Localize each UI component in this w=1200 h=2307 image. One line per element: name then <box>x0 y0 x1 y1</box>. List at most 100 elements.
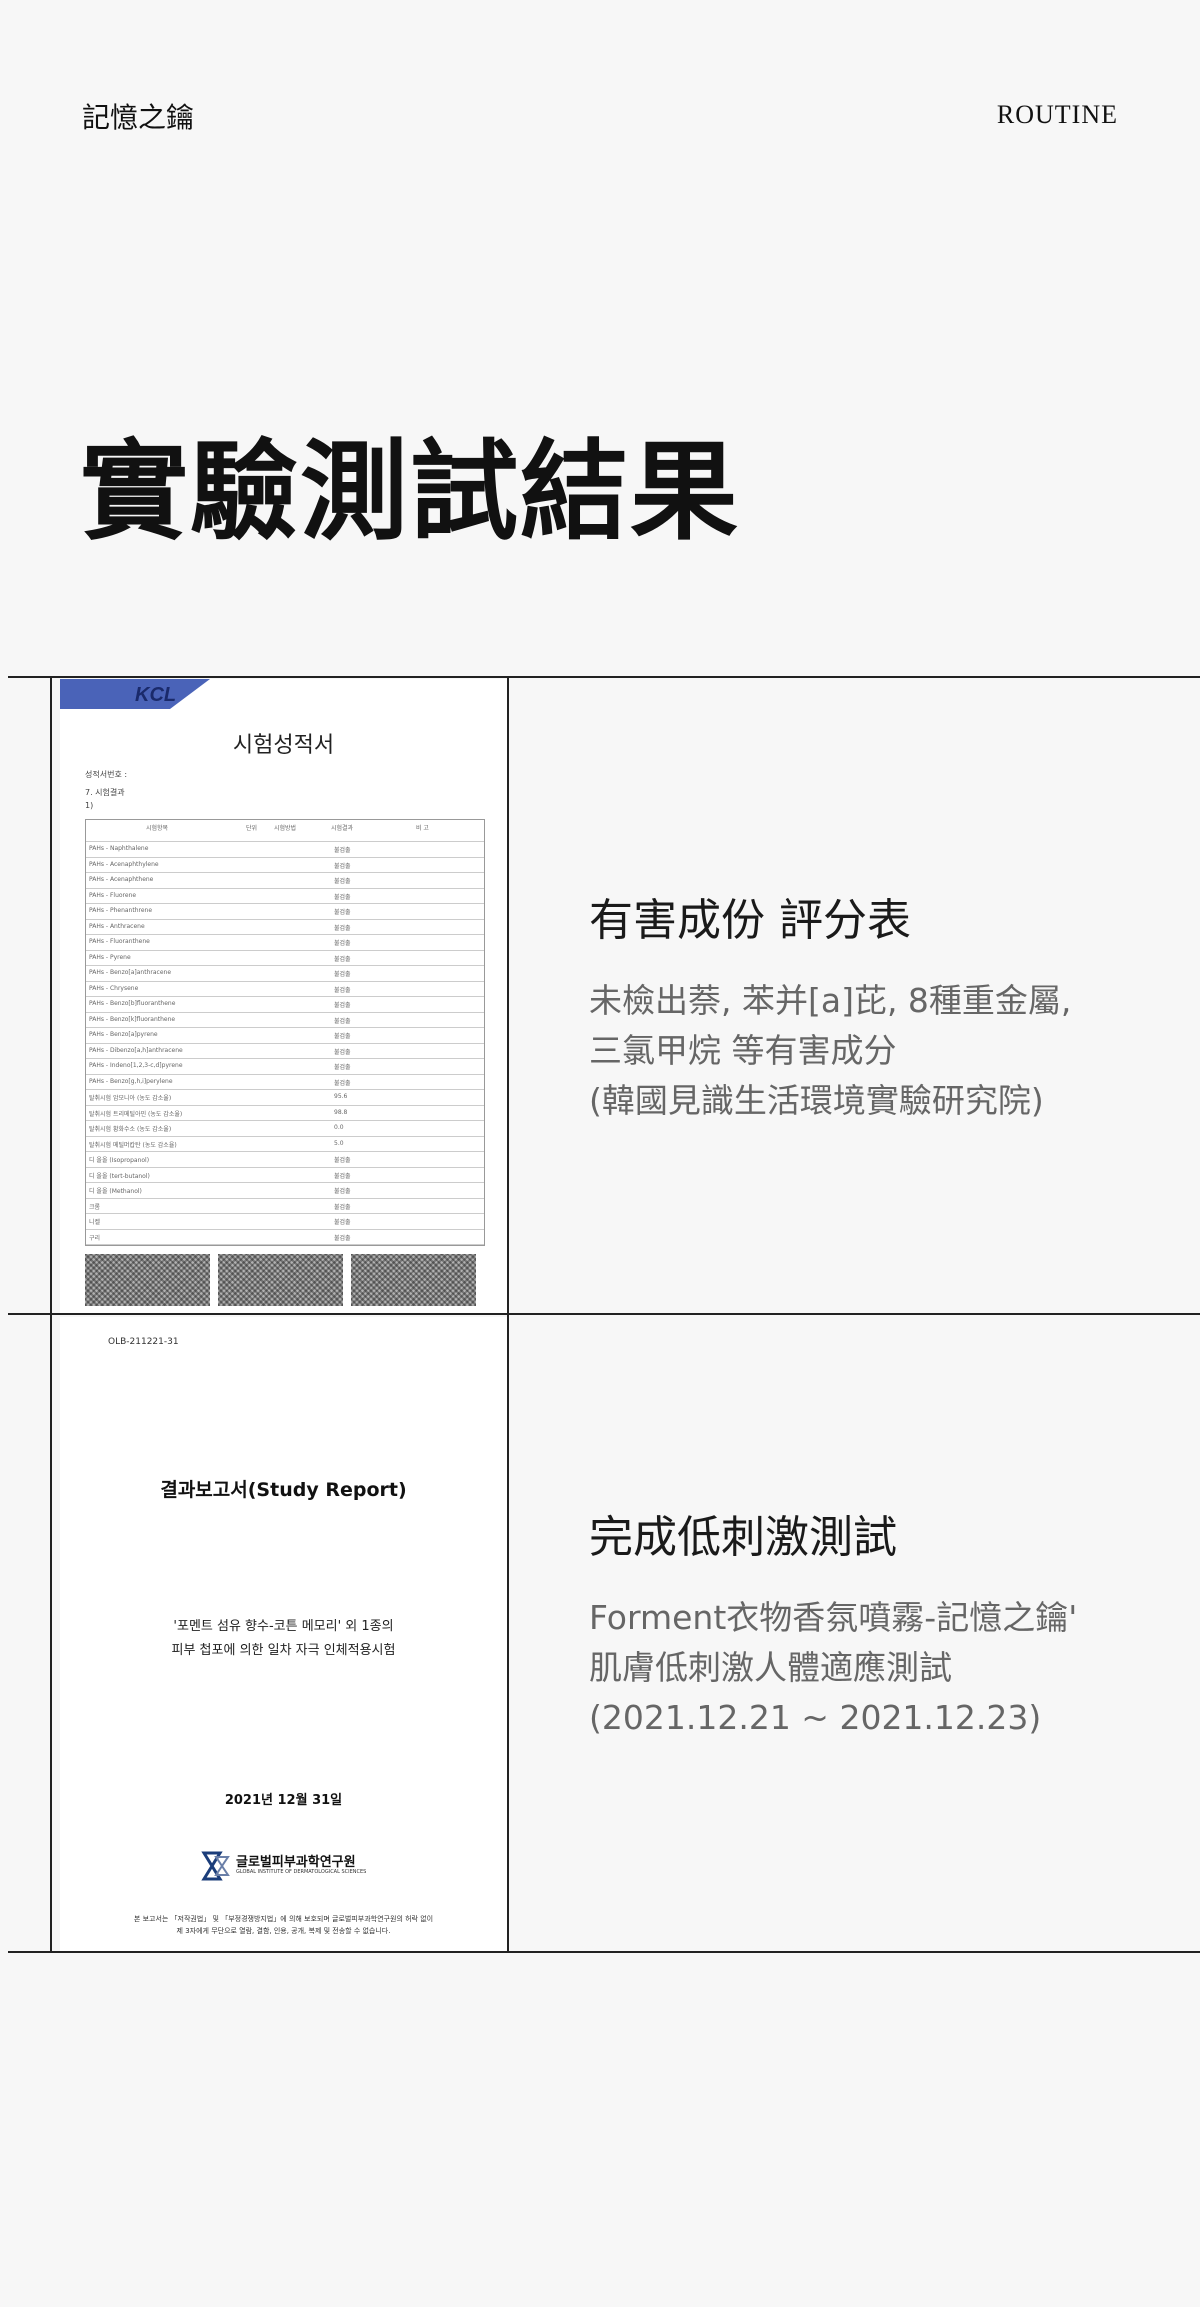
table-cell-result: 불검출 <box>334 1002 351 1009</box>
results-grid: KCL 시험성적서 성적서번호 : 7. 시험결과 1) 시험항목 단위 시험방… <box>8 676 1200 1954</box>
table-cell-result: 불검출 <box>334 1203 351 1211</box>
table-cell-item: PAHs - Benzo[a]anthracene <box>89 969 172 976</box>
table-row: 탈취시험 황화수소 (농도 감소율) 0.0 <box>86 1121 484 1137</box>
table-row: PAHs - Benzo[a]anthracene 불검출 <box>86 966 484 982</box>
table-row: PAHs - Benzo[a]pyrene 불검출 <box>86 1028 484 1044</box>
report-number-label: 성적서번호 : <box>85 770 128 779</box>
report-footer: 제 3자에게 무단으로 열람, 결함, 인용, 공개, 복제 및 전송할 수 없… <box>176 1927 391 1935</box>
table-row: PAHs - Benzo[g,h,i]perylene 불검출 <box>86 1075 484 1090</box>
table-row: PAHs - Pyrene 불검출 <box>86 951 484 966</box>
row-description: 三氯甲烷 等有害成分 <box>589 1031 897 1070</box>
table-cell-item: PAHs - Chrysene <box>89 984 139 992</box>
table-cell-item: PAHs - Fluorene <box>89 891 137 899</box>
report-footer: 본 보고서는 「저작권법」 및 「부정경쟁방지법」에 의해 보호되며 글로벌피부… <box>133 1915 434 1923</box>
institute-logo-icon <box>201 1851 230 1881</box>
table-cell-result: 불검출 <box>334 878 351 885</box>
table-cell-item: PAHs - Acenaphthene <box>89 876 154 883</box>
row-description: (2021.12.21 ~ 2021.12.23) <box>589 1698 1042 1737</box>
table-cell-result: 불검출 <box>334 1188 351 1195</box>
report-code: OLB-211221-31 <box>108 1337 179 1347</box>
page-title: 實驗測試結果 <box>80 430 741 555</box>
table-cell-result: 98.8 <box>334 1108 348 1116</box>
table-row: 탈취시험 암모니아 (농도 감소율) 95.6 <box>86 1090 484 1106</box>
table-cell-item: PAHs - Pyrene <box>89 953 131 961</box>
test-certificate-image: KCL 시험성적서 성적서번호 : 7. 시험결과 1) 시험항목 단위 시험방… <box>60 679 507 1313</box>
certificate-heading: 시험성적서 <box>232 733 335 758</box>
table-cell-item: PAHs - Indeno[1,2,3-c,d]pyrene <box>89 1062 183 1069</box>
table-row: 디 올올 (Isopropanol) 불검출 <box>86 1152 484 1168</box>
table-cell-result: 불검출 <box>334 1064 351 1071</box>
table-cell-result: 불검출 <box>334 1172 351 1180</box>
institute-name: 글로벌피부과학연구원 <box>236 1855 356 1870</box>
table-row: PAHs - Acenaphthene 불검출 <box>86 873 484 889</box>
table-cell-item: 탈취시험 트리메틸아민 (농도 감소율) <box>89 1110 183 1118</box>
nav-routine-link[interactable]: ROUTINE <box>997 100 1118 130</box>
table-row: PAHs - Phenanthrene 불검출 <box>86 904 484 920</box>
table-cell-result: 불검출 <box>334 1017 351 1025</box>
divider <box>50 676 52 1953</box>
row-description: Forment衣物香氛噴霧-記憶之鑰' <box>589 1598 1078 1637</box>
table-cell-item: PAHs - Benzo[b]fluoranthene <box>89 1000 176 1007</box>
table-cell-item: PAHs - Benzo[a]pyrene <box>89 1031 158 1038</box>
table-row: PAHs - Fluorene 불검출 <box>86 889 484 904</box>
table-cell-item: 탈취시험 암모니아 (농도 감소율) <box>89 1095 172 1102</box>
table-row: 디 올올 (Methanol) 불검출 <box>86 1183 484 1199</box>
table-cell-item: PAHs - Benzo[k]fluoranthene <box>89 1015 176 1023</box>
divider <box>507 676 509 1953</box>
row-description: 肌膚低刺激人體適應測試 <box>589 1648 952 1687</box>
col-result-header: 시험결과 <box>331 825 354 832</box>
table-cell-item: PAHs - Acenaphthylene <box>89 860 159 868</box>
table-cell-item: 탈취시험 황화수소 (농도 감소율) <box>89 1126 172 1133</box>
table-cell-result: 불검출 <box>334 1033 351 1040</box>
table-cell-item: PAHs - Anthracene <box>89 922 145 930</box>
table-cell-result: 불검출 <box>334 971 351 978</box>
institute-name-en: GLOBAL INSTITUTE OF DERMATOLOGICAL SCIEN… <box>236 1869 367 1875</box>
table-cell-item: PAHs - Benzo[g,h,i]perylene <box>89 1077 173 1085</box>
row-title: 完成低刺激測試 <box>589 1512 897 1563</box>
brand-name[interactable]: 記憶之鑰 <box>82 96 194 136</box>
table-cell-item: PAHs - Naphthalene <box>89 845 149 852</box>
results-table: 시험항목 단위 시험방법 시험결과 비 고 PAHs - Naphthalene… <box>85 819 485 1246</box>
report-date: 2021년 12월 31일 <box>224 1793 343 1808</box>
sample-photo <box>85 1254 210 1306</box>
table-cell-result: 95.6 <box>334 1093 348 1100</box>
table-cell-item: PAHs - Dibenzo[a,h]anthracene <box>89 1046 183 1054</box>
table-cell-item: 디 올올 (Methanol) <box>89 1188 142 1195</box>
table-cell-result: 불검출 <box>334 1234 351 1242</box>
table-row: PAHs - Benzo[k]fluoranthene 불검출 <box>86 1013 484 1028</box>
table-cell-item: 구리 <box>89 1234 101 1242</box>
subsection-label: 1) <box>85 801 94 810</box>
table-cell-result: 불검출 <box>334 924 351 932</box>
table-row: 탈취시험 메틸머캅탄 (농도 감소율) 5.0 <box>86 1137 484 1152</box>
study-report-image: OLB-211221-31 결과보고서(Study Report) '포멘트 섬… <box>60 1317 507 1951</box>
row-description: (韓國見識生活環境實驗研究院) <box>589 1081 1044 1120</box>
kcl-logo: KCL <box>60 679 210 709</box>
col-item-header: 시험항목 <box>146 825 169 832</box>
section-label: 7. 시험결과 <box>85 788 125 797</box>
col-note-header: 비 고 <box>416 825 429 832</box>
divider <box>8 676 1200 678</box>
row-title: 有害成份 評分表 <box>589 895 911 946</box>
table-cell-result: 불검출 <box>334 1157 351 1164</box>
table-row: 크롬 불검출 <box>86 1199 484 1214</box>
table-cell-result: 0.0 <box>334 1124 344 1131</box>
table-cell-result: 불검출 <box>334 909 351 916</box>
row-description: 未檢出萘, 苯并[a]芘, 8種重金屬, <box>589 981 1072 1020</box>
table-cell-item: 크롬 <box>89 1203 101 1211</box>
table-row: PAHs - Acenaphthylene 불검출 <box>86 858 484 873</box>
table-row: PAHs - Naphthalene 불검출 <box>86 842 484 858</box>
table-cell-item: 니켈 <box>89 1219 101 1226</box>
table-header-row: 시험항목 단위 시험방법 시험결과 비 고 <box>86 820 484 842</box>
table-row: PAHs - Anthracene 불검출 <box>86 920 484 935</box>
table-row: 니켈 불검출 <box>86 1214 484 1230</box>
table-row: 구리 불검출 <box>86 1230 484 1245</box>
table-cell-result: 불검출 <box>334 862 351 870</box>
table-cell-result: 불검출 <box>334 1048 351 1056</box>
table-cell-result: 불검출 <box>334 893 351 901</box>
table-cell-item: PAHs - Fluoranthene <box>89 938 150 945</box>
table-cell-result: 불검출 <box>334 986 351 994</box>
table-row: PAHs - Dibenzo[a,h]anthracene 불검출 <box>86 1044 484 1059</box>
report-subtitle: 피부 첩포에 의한 일차 자극 인체적용시험 <box>171 1643 396 1658</box>
report-title: 결과보고서(Study Report) <box>160 1479 407 1501</box>
table-cell-item: 탈취시험 메틸머캅탄 (농도 감소율) <box>89 1141 177 1149</box>
